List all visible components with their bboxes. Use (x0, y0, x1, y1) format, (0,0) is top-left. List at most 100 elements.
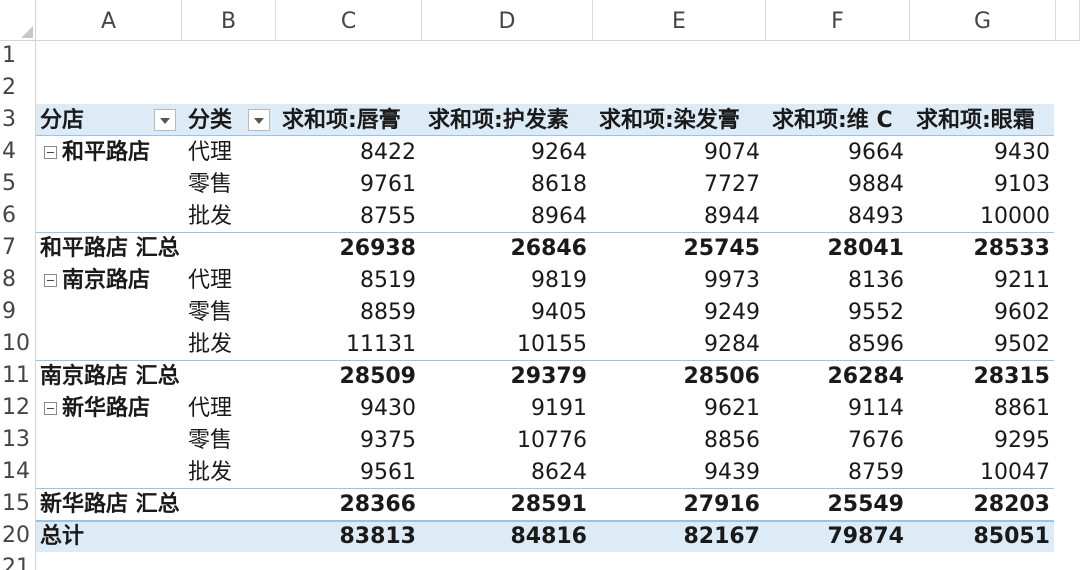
value-cell[interactable]: 9114 (766, 392, 910, 424)
value-cell[interactable]: 8856 (593, 424, 766, 456)
category-label[interactable]: 零售 (182, 168, 276, 200)
row-header-12[interactable]: 12 (0, 392, 35, 424)
subtotal-value[interactable]: 28509 (276, 360, 422, 392)
value-cell[interactable]: 9191 (422, 392, 593, 424)
collapse-minus-icon[interactable] (44, 274, 57, 287)
row-header-10[interactable]: 10 (0, 328, 35, 360)
value-cell[interactable]: 8596 (766, 328, 910, 360)
subtotal-value[interactable]: 28203 (910, 488, 1056, 520)
row-header-13[interactable]: 13 (0, 424, 35, 456)
value-cell[interactable]: 8944 (593, 200, 766, 232)
row-header-20[interactable]: 20 (0, 520, 35, 552)
subtotal-value[interactable]: 28315 (910, 360, 1056, 392)
collapse-minus-icon[interactable] (44, 402, 57, 415)
value-cell[interactable]: 8136 (766, 264, 910, 296)
value-cell[interactable]: 8624 (422, 456, 593, 488)
value-cell[interactable]: 7676 (766, 424, 910, 456)
grand-total-value[interactable]: 85051 (910, 520, 1056, 552)
value-cell[interactable]: 8422 (276, 136, 422, 168)
category-label[interactable]: 零售 (182, 296, 276, 328)
subtotal-value[interactable]: 28533 (910, 232, 1056, 264)
row-header-14[interactable]: 14 (0, 456, 35, 488)
grand-total-value[interactable]: 82167 (593, 520, 766, 552)
value-cell[interactable]: 9211 (910, 264, 1056, 296)
row-header-15[interactable]: 15 (0, 488, 35, 520)
value-cell[interactable]: 10000 (910, 200, 1056, 232)
store-label[interactable]: 新华路店 (36, 392, 182, 424)
column-header-d[interactable]: D (422, 0, 593, 40)
row-header-8[interactable]: 8 (0, 264, 35, 296)
row-header-2[interactable]: 2 (0, 72, 35, 104)
value-cell[interactable]: 8759 (766, 456, 910, 488)
value-cell[interactable]: 8964 (422, 200, 593, 232)
row-header-9[interactable]: 9 (0, 296, 35, 328)
subtotal-value[interactable]: 28506 (593, 360, 766, 392)
column-header-g[interactable]: G (910, 0, 1056, 40)
value-cell[interactable]: 9819 (422, 264, 593, 296)
category-label[interactable]: 代理 (182, 136, 276, 168)
grand-total-label[interactable]: 总计 (36, 520, 182, 552)
subtotal-value[interactable]: 25745 (593, 232, 766, 264)
value-cell[interactable]: 11131 (276, 328, 422, 360)
value-cell[interactable]: 9430 (276, 392, 422, 424)
column-header-e[interactable]: E (593, 0, 766, 40)
value-cell[interactable]: 9430 (910, 136, 1056, 168)
measure-header[interactable]: 求和项:眼霜 (910, 104, 1056, 136)
subtotal-value[interactable]: 26938 (276, 232, 422, 264)
value-cell[interactable]: 9103 (910, 168, 1056, 200)
store-label[interactable]: 南京路店 (36, 264, 182, 296)
category-label[interactable]: 代理 (182, 392, 276, 424)
measure-header[interactable]: 求和项:护发素 (422, 104, 593, 136)
subtotal-value[interactable]: 29379 (422, 360, 593, 392)
value-cell[interactable]: 9602 (910, 296, 1056, 328)
value-cell[interactable]: 9375 (276, 424, 422, 456)
value-cell[interactable]: 8859 (276, 296, 422, 328)
row-header-6[interactable]: 6 (0, 200, 35, 232)
row-header-7[interactable]: 7 (0, 232, 35, 264)
column-header-b[interactable]: B (182, 0, 276, 40)
column-header-blank[interactable] (1056, 0, 1080, 40)
measure-header[interactable]: 求和项:唇膏 (276, 104, 422, 136)
value-cell[interactable]: 9552 (766, 296, 910, 328)
category-label[interactable]: 批发 (182, 456, 276, 488)
value-cell[interactable]: 9761 (276, 168, 422, 200)
value-cell[interactable]: 9884 (766, 168, 910, 200)
category-label[interactable]: 代理 (182, 264, 276, 296)
subtotal-value[interactable]: 28041 (766, 232, 910, 264)
subtotal-value[interactable]: 28366 (276, 488, 422, 520)
category-label[interactable]: 零售 (182, 424, 276, 456)
subtotal-value[interactable]: 28591 (422, 488, 593, 520)
value-cell[interactable]: 7727 (593, 168, 766, 200)
subtotal-value[interactable]: 25549 (766, 488, 910, 520)
subtotal-value[interactable]: 26846 (422, 232, 593, 264)
row-header-11[interactable]: 11 (0, 360, 35, 392)
store-label[interactable]: 和平路店 (36, 136, 182, 168)
value-cell[interactable]: 8519 (276, 264, 422, 296)
category-label[interactable]: 批发 (182, 200, 276, 232)
subtotal-value[interactable]: 26284 (766, 360, 910, 392)
collapse-minus-icon[interactable] (44, 146, 57, 159)
subtotal-value[interactable]: 27916 (593, 488, 766, 520)
measure-header[interactable]: 求和项:染发膏 (593, 104, 766, 136)
value-cell[interactable]: 10155 (422, 328, 593, 360)
value-cell[interactable]: 9973 (593, 264, 766, 296)
column-header-a[interactable]: A (36, 0, 182, 40)
value-cell[interactable]: 9264 (422, 136, 593, 168)
value-cell[interactable]: 9405 (422, 296, 593, 328)
column-header-c[interactable]: C (276, 0, 422, 40)
value-cell[interactable]: 8861 (910, 392, 1056, 424)
value-cell[interactable]: 9439 (593, 456, 766, 488)
value-cell[interactable]: 8755 (276, 200, 422, 232)
value-cell[interactable]: 9621 (593, 392, 766, 424)
value-cell[interactable]: 8493 (766, 200, 910, 232)
value-cell[interactable]: 8618 (422, 168, 593, 200)
subtotal-label[interactable]: 和平路店 汇总 (40, 232, 270, 264)
value-cell[interactable]: 10047 (910, 456, 1056, 488)
subtotal-label[interactable]: 南京路店 汇总 (40, 360, 270, 392)
value-cell[interactable]: 9249 (593, 296, 766, 328)
value-cell[interactable]: 9074 (593, 136, 766, 168)
row-header-5[interactable]: 5 (0, 168, 35, 200)
value-cell[interactable]: 9284 (593, 328, 766, 360)
grand-total-value[interactable]: 79874 (766, 520, 910, 552)
value-cell[interactable]: 9502 (910, 328, 1056, 360)
